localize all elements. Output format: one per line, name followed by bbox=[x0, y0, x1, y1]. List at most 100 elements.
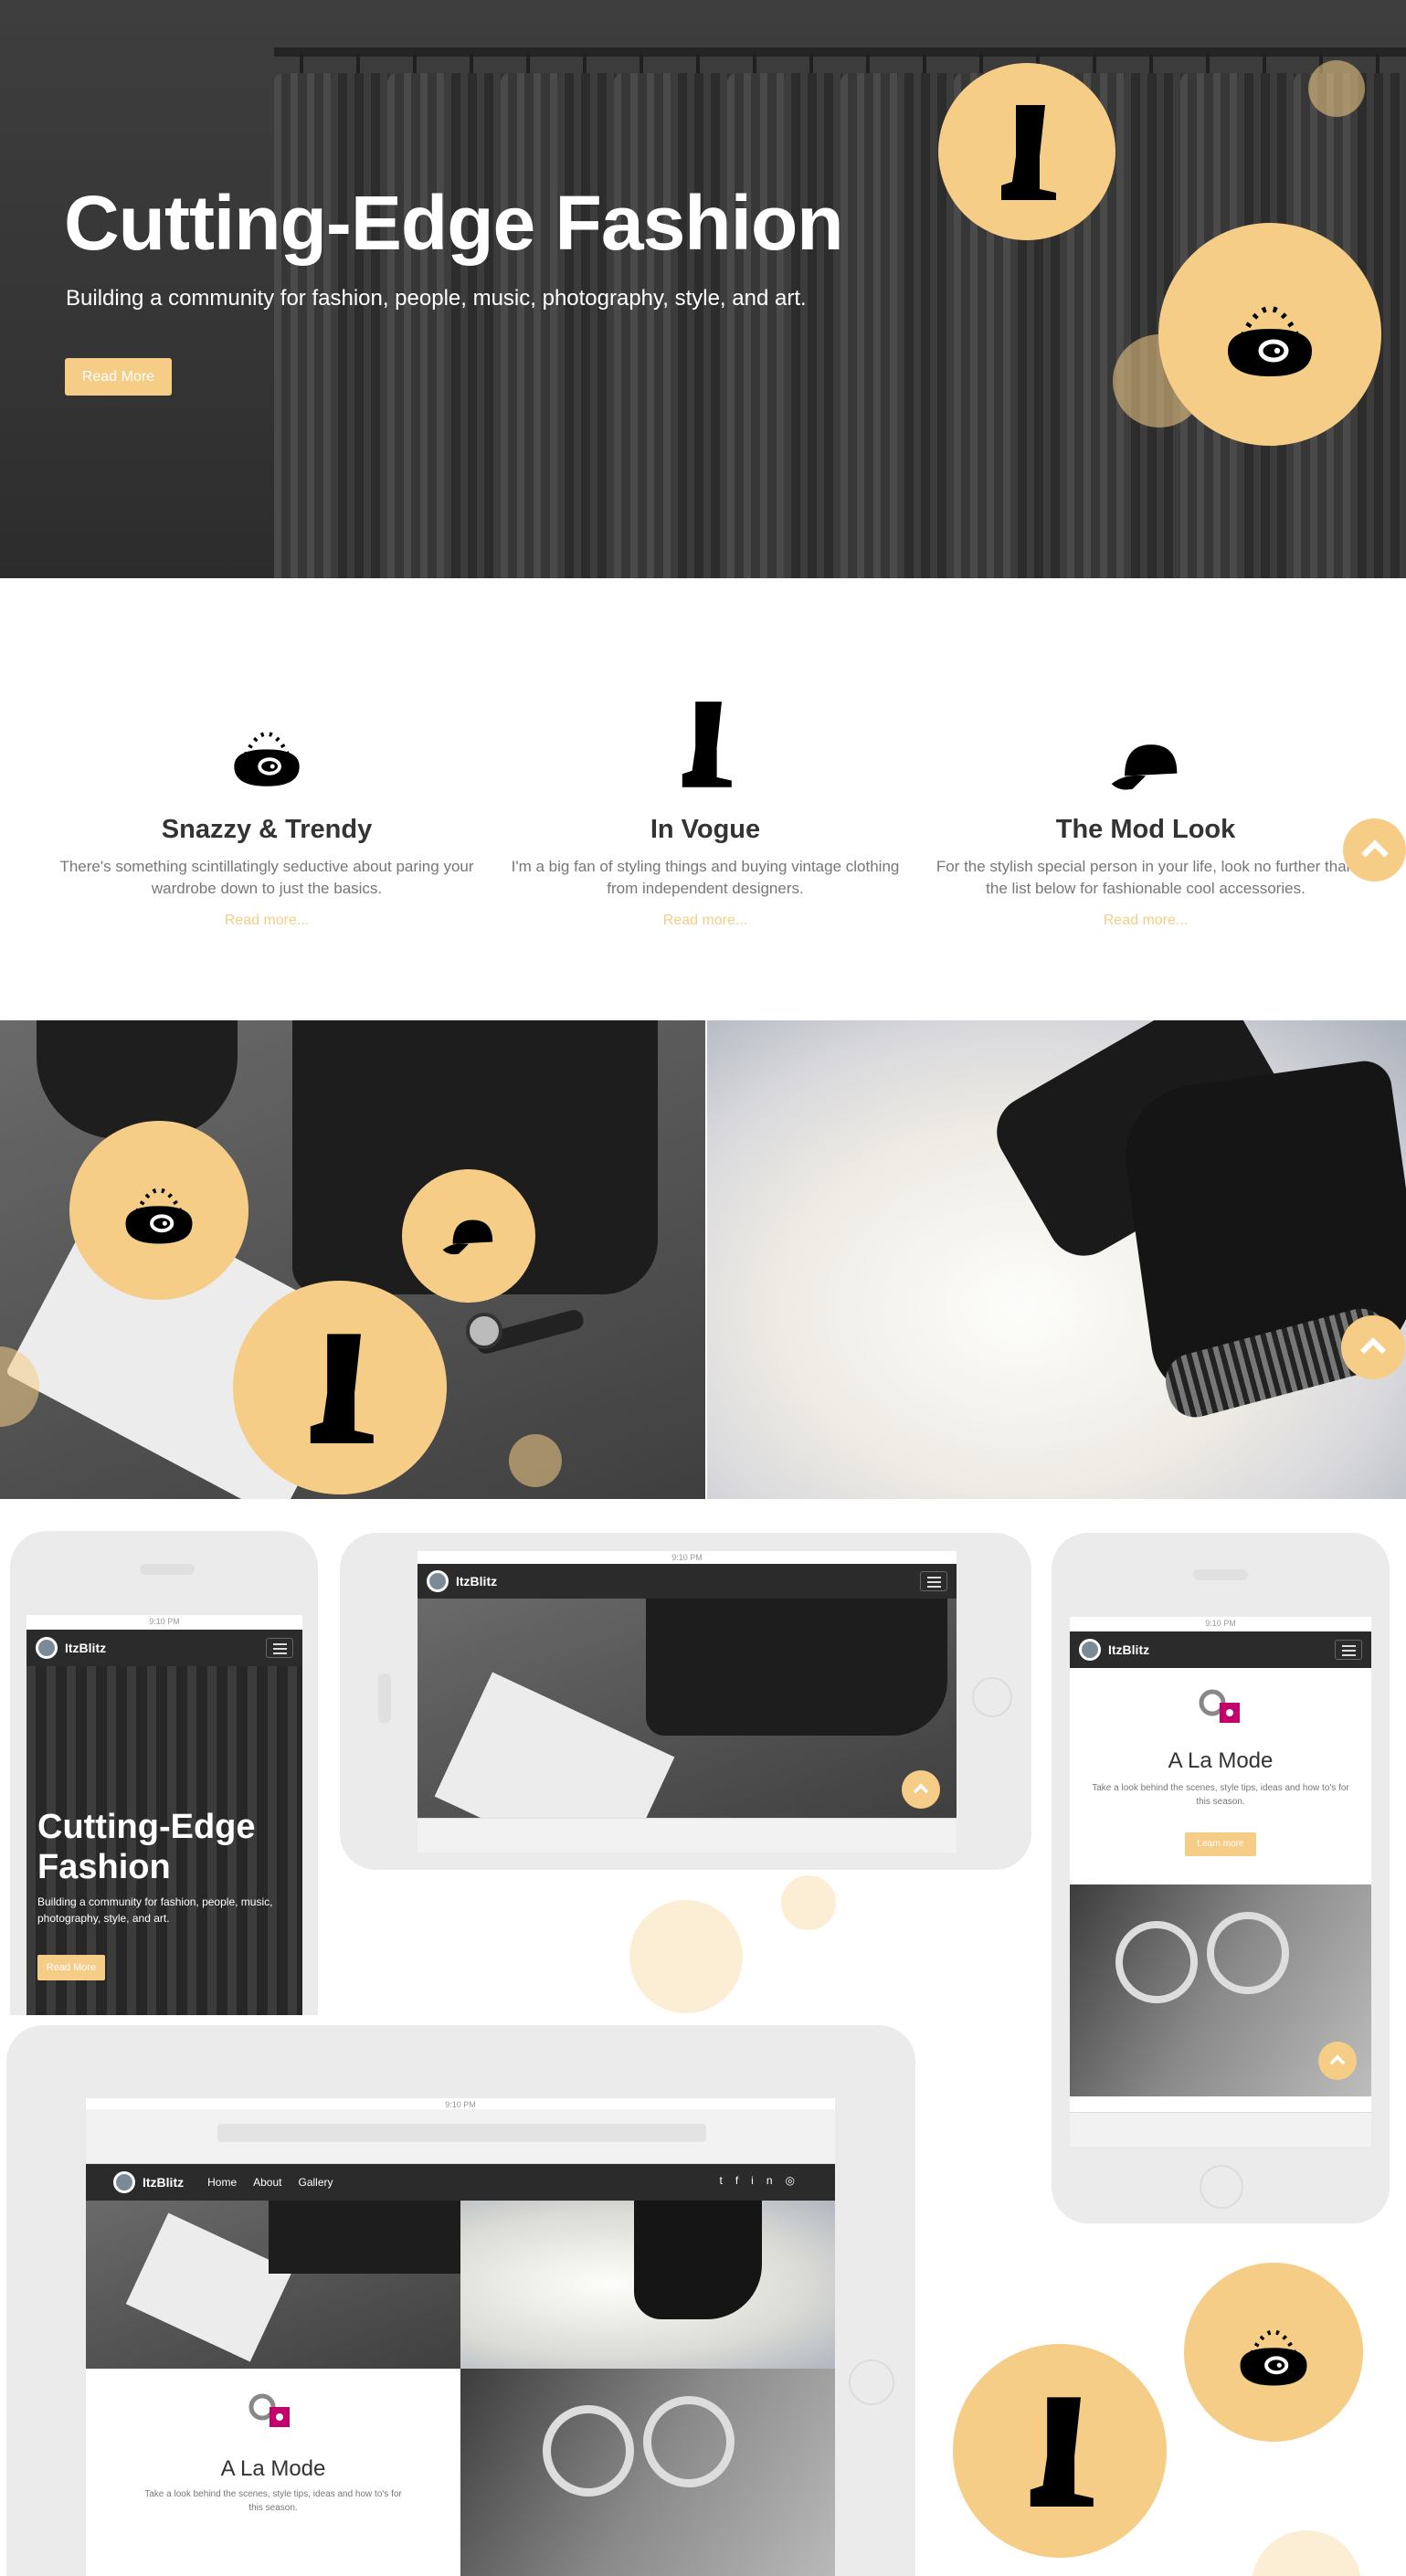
handbag-icon bbox=[1240, 2329, 1307, 2386]
boot-badge bbox=[233, 1281, 447, 1494]
logo-icon bbox=[36, 1637, 58, 1659]
alamode-text: Take a look behind the scenes, style tip… bbox=[1092, 1783, 1349, 1807]
phone-screen: 9:10 PM ItzBlitz A La Mode Take a look b… bbox=[1070, 1617, 1371, 2147]
feature-read-more-link[interactable]: Read more... bbox=[225, 913, 309, 929]
navbar: ItzBlitz bbox=[1070, 1631, 1371, 1668]
phone-read-more-button[interactable]: Read More bbox=[37, 1955, 105, 1980]
logo-icon bbox=[1079, 1639, 1101, 1661]
feature-text: For the stylish special person in your l… bbox=[936, 858, 1356, 897]
brand-name: ItzBlitz bbox=[456, 1574, 498, 1589]
boot-badge bbox=[938, 63, 1115, 240]
nav-gallery[interactable]: Gallery bbox=[298, 2176, 333, 2189]
feature-title: The Mod Look bbox=[1055, 815, 1236, 844]
hero-subtitle: Building a community for fashion, people… bbox=[66, 286, 807, 311]
ring-gift-icon bbox=[1199, 1689, 1240, 1723]
feature-read-more-link[interactable]: Read more... bbox=[1104, 913, 1188, 929]
alamode-text: Take a look behind the scenes, style tip… bbox=[144, 2489, 402, 2513]
handbag-icon bbox=[125, 1188, 193, 1244]
navbar: ItzBlitz Home About Gallery tfin◎ bbox=[86, 2164, 835, 2201]
feature-title: Snazzy & Trendy bbox=[161, 815, 373, 844]
hero-title: Cutting-Edge Fashion bbox=[64, 180, 844, 266]
decorative-circle bbox=[1252, 2530, 1361, 2576]
chevron-up-icon bbox=[1329, 2054, 1346, 2065]
decorative-circle bbox=[509, 1434, 562, 1487]
phone-speaker bbox=[378, 1673, 391, 1723]
phone-speaker bbox=[1193, 1569, 1248, 1580]
status-time: 9:10 PM bbox=[671, 1553, 703, 1562]
alamode-title: A La Mode bbox=[1168, 1748, 1274, 1773]
landscape-phone-mockup: 9:10 PM ItzBlitz bbox=[340, 1533, 1031, 1870]
learn-more-button[interactable]: Learn more bbox=[1185, 1832, 1256, 1856]
feature-icon-wrap bbox=[936, 676, 1356, 795]
handbag-badge bbox=[69, 1121, 248, 1300]
phone-hero-subtitle: Building a community for fashion, people… bbox=[37, 1895, 273, 1925]
boot-badge bbox=[953, 2344, 1167, 2558]
chevron-up-icon bbox=[913, 1783, 929, 1794]
decorative-circle bbox=[1308, 60, 1365, 117]
cap-icon bbox=[442, 1219, 493, 1255]
feature-in-vogue: In Vogue I'm a big fan of styling things… bbox=[495, 676, 915, 929]
home-button[interactable] bbox=[1200, 2165, 1243, 2209]
phone-hero-title: Cutting-Edge Fashion bbox=[37, 1808, 256, 1886]
browser-chrome bbox=[86, 2109, 835, 2164]
feature-icon-wrap bbox=[57, 676, 477, 795]
address-bar[interactable] bbox=[217, 2124, 706, 2142]
boot-icon bbox=[1001, 105, 1056, 200]
decorative-circle bbox=[629, 1900, 743, 2013]
status-time: 9:10 PM bbox=[445, 2100, 476, 2109]
hamburger-menu-icon[interactable] bbox=[1335, 1640, 1362, 1660]
decorative-circle bbox=[781, 1875, 836, 1930]
phone-speaker bbox=[140, 1564, 195, 1575]
landscape-screen: 9:10 PM ItzBlitz bbox=[418, 1551, 957, 1853]
fur-shoes-photo bbox=[707, 1020, 1406, 1499]
boot-icon bbox=[682, 702, 732, 787]
hamburger-menu-icon[interactable] bbox=[920, 1571, 947, 1591]
tablet-sunglasses-photo bbox=[460, 2369, 835, 2576]
cap-icon bbox=[1111, 744, 1178, 790]
tablet-mockup: 9:10 PM ItzBlitz Home About Gallery tfin… bbox=[6, 2025, 915, 2576]
tablet-screen: 9:10 PM ItzBlitz Home About Gallery tfin… bbox=[86, 2098, 835, 2576]
logo-icon bbox=[427, 1570, 449, 1592]
navbar: ItzBlitz bbox=[418, 1564, 957, 1599]
twitter-icon[interactable]: t bbox=[719, 2174, 735, 2187]
handbag-icon bbox=[1228, 306, 1312, 376]
home-button[interactable] bbox=[849, 2360, 894, 2405]
logo-icon bbox=[113, 2171, 135, 2193]
scroll-top-button[interactable] bbox=[902, 1770, 940, 1809]
tablet-fur-photo bbox=[460, 2201, 835, 2369]
alamode-title: A La Mode bbox=[220, 2456, 326, 2481]
linkedin-icon[interactable]: in bbox=[751, 2174, 785, 2187]
feature-snazzy: Snazzy & Trendy There's something scinti… bbox=[57, 676, 477, 929]
ring-gift-icon bbox=[248, 2393, 290, 2427]
feature-text: There's something scintillatingly seduct… bbox=[59, 858, 474, 897]
status-time: 9:10 PM bbox=[149, 1617, 180, 1626]
nav-about[interactable]: About bbox=[253, 2176, 281, 2189]
instagram-icon[interactable]: ◎ bbox=[786, 2174, 808, 2187]
nav-home[interactable]: Home bbox=[207, 2176, 237, 2189]
read-more-button[interactable]: Read More bbox=[65, 358, 172, 396]
brand-name: ItzBlitz bbox=[65, 1641, 107, 1655]
chevron-up-icon bbox=[1359, 1336, 1387, 1355]
feature-text: I'm a big fan of styling things and buyi… bbox=[511, 858, 900, 897]
chevron-up-icon bbox=[1360, 839, 1389, 858]
cap-badge bbox=[402, 1169, 535, 1303]
browser-toolbar bbox=[1070, 2112, 1371, 2147]
scroll-top-button[interactable] bbox=[1318, 2042, 1357, 2080]
social-icons: tfin◎ bbox=[719, 2174, 808, 2187]
boot-icon bbox=[1030, 2397, 1094, 2507]
handbag-icon bbox=[234, 731, 300, 787]
status-time: 9:10 PM bbox=[1205, 1619, 1236, 1628]
handbag-badge bbox=[1158, 223, 1381, 446]
home-button[interactable] bbox=[972, 1677, 1012, 1717]
tablet-accessories-photo bbox=[86, 2201, 460, 2369]
navbar: ItzBlitz bbox=[26, 1630, 302, 1666]
handbag-badge bbox=[1184, 2263, 1363, 2442]
scroll-top-button[interactable] bbox=[1341, 1315, 1405, 1379]
hamburger-menu-icon[interactable] bbox=[266, 1638, 293, 1658]
scroll-top-button[interactable] bbox=[1343, 818, 1406, 882]
phone-mockup-right: 9:10 PM ItzBlitz A La Mode Take a look b… bbox=[1052, 1533, 1390, 2223]
facebook-icon[interactable]: f bbox=[735, 2174, 751, 2187]
brand-name: ItzBlitz bbox=[1108, 1642, 1150, 1657]
feature-read-more-link[interactable]: Read more... bbox=[663, 913, 747, 929]
feature-mod-look: The Mod Look For the stylish special per… bbox=[936, 676, 1356, 929]
